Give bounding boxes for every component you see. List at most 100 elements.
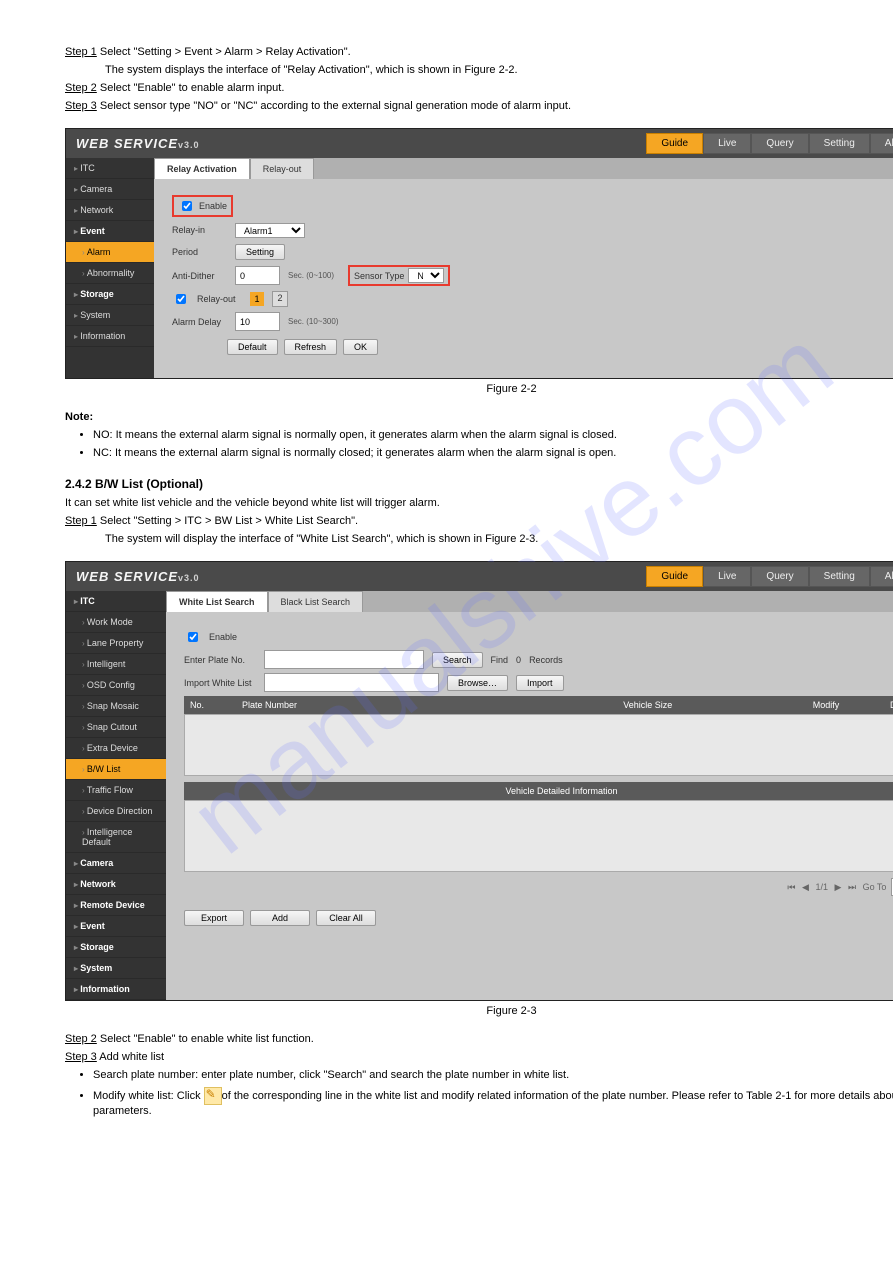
- sidebar-item-storage[interactable]: Storage: [66, 937, 166, 958]
- nav-tab-alarm[interactable]: Alarm: [870, 133, 893, 154]
- enable-checkbox[interactable]: [182, 201, 192, 211]
- sidebar-item-intelligence-default[interactable]: Intelligence Default: [66, 822, 166, 853]
- sidebar-item-extra-device[interactable]: Extra Device: [66, 738, 166, 759]
- period-label: Period: [172, 247, 227, 257]
- enter-plate-label: Enter Plate No.: [184, 655, 256, 665]
- pager: ⏮ ◀ 1/1 ▶ ⏭ Go To ➜: [184, 872, 893, 902]
- bw-step2-line: Step 2 Select "Enable" to enable white l…: [65, 1033, 893, 1045]
- clear-all-button[interactable]: Clear All: [316, 910, 376, 926]
- refresh-button[interactable]: Refresh: [284, 339, 338, 355]
- relay-out-label: Relay-out: [197, 294, 242, 304]
- import-button[interactable]: Import: [516, 675, 564, 691]
- sidebar-item-storage[interactable]: Storage: [66, 284, 154, 305]
- detail-body: [184, 800, 893, 872]
- nav-tab-query[interactable]: Query: [751, 133, 808, 154]
- export-button[interactable]: Export: [184, 910, 244, 926]
- setting-button[interactable]: Setting: [235, 244, 285, 260]
- inner-tab-relay-activation[interactable]: Relay Activation: [154, 158, 250, 179]
- sensor-type-highlight: Sensor Type NC: [348, 265, 450, 286]
- sensor-type-select[interactable]: NC: [408, 268, 444, 283]
- plate-input[interactable]: [264, 650, 424, 669]
- nav-tab-live[interactable]: Live: [703, 133, 751, 154]
- sidebar-item-snap-cutout[interactable]: Snap Cutout: [66, 717, 166, 738]
- nav-tab-guide[interactable]: Guide: [646, 133, 703, 154]
- pager-first-icon[interactable]: ⏮: [787, 882, 795, 892]
- sidebar-item-snap-mosaic[interactable]: Snap Mosaic: [66, 696, 166, 717]
- brand-label-2: WEB SERVICEv3.0: [76, 569, 200, 584]
- nav-tab-live[interactable]: Live: [703, 566, 751, 587]
- app-figure-2: WEB SERVICEv3.0 GuideLiveQuerySettingAla…: [65, 561, 893, 1001]
- inner-tab-white-list[interactable]: White List Search: [166, 591, 268, 612]
- sidebar-item-camera[interactable]: Camera: [66, 853, 166, 874]
- pager-text: 1/1: [815, 882, 828, 892]
- relay-in-select[interactable]: Alarm1: [235, 223, 305, 238]
- sidebar-item-camera[interactable]: Camera: [66, 179, 154, 200]
- goto-label: Go To: [863, 882, 887, 892]
- sidebar-item-abnormality[interactable]: Abnormality: [66, 263, 154, 284]
- nav-tab-guide[interactable]: Guide: [646, 566, 703, 587]
- sidebar-item-network[interactable]: Network: [66, 200, 154, 221]
- sidebar-item-itc[interactable]: ITC: [66, 591, 166, 612]
- brand-label: WEB SERVICEv3.0: [76, 136, 200, 151]
- ok-button[interactable]: OK: [343, 339, 378, 355]
- sidebar-item-intelligent[interactable]: Intelligent: [66, 654, 166, 675]
- alarm-delay-input[interactable]: [235, 312, 280, 331]
- enable-label: Enable: [199, 201, 227, 211]
- records-label: Records: [529, 655, 563, 665]
- nav-tab-setting[interactable]: Setting: [809, 133, 870, 154]
- sidebar-item-b-w-list[interactable]: B/W List: [66, 759, 166, 780]
- note-item-2: NC: It means the external alarm signal i…: [93, 447, 893, 459]
- alarm-delay-hint: Sec. (10~300): [288, 317, 338, 326]
- sensor-type-label: Sensor Type: [354, 271, 404, 281]
- sidebar-item-information[interactable]: Information: [66, 979, 166, 1000]
- figure-1-caption: Figure 2-2: [65, 383, 893, 395]
- sidebar-item-osd-config[interactable]: OSD Config: [66, 675, 166, 696]
- search-button[interactable]: Search: [432, 652, 483, 668]
- import-path-input[interactable]: [264, 673, 439, 692]
- sidebar-item-system[interactable]: System: [66, 305, 154, 326]
- bw-step1-line: Step 1 Select "Setting > ITC > BW List >…: [65, 515, 893, 527]
- note-item-1: NO: It means the external alarm signal i…: [93, 429, 893, 441]
- bw-intro: It can set white list vehicle and the ve…: [65, 497, 893, 509]
- edit-icon: [204, 1087, 222, 1105]
- sidebar-item-event[interactable]: Event: [66, 916, 166, 937]
- nav-tab-setting[interactable]: Setting: [809, 566, 870, 587]
- sidebar-item-lane-property[interactable]: Lane Property: [66, 633, 166, 654]
- sidebar-item-network[interactable]: Network: [66, 874, 166, 895]
- relay-out-2[interactable]: 2: [272, 291, 288, 307]
- add-button[interactable]: Add: [250, 910, 310, 926]
- step2-line: Step 2 Select "Enable" to enable alarm i…: [65, 82, 893, 94]
- sidebar-item-device-direction[interactable]: Device Direction: [66, 801, 166, 822]
- alarm-delay-label: Alarm Delay: [172, 317, 227, 327]
- find-label: Find: [491, 655, 509, 665]
- find-count: 0: [516, 655, 521, 665]
- inner-tab-relay-out[interactable]: Relay-out: [250, 158, 315, 179]
- enable-checkbox-2[interactable]: [188, 632, 198, 642]
- nav-tab-query[interactable]: Query: [751, 566, 808, 587]
- step1-result: The system displays the interface of "Re…: [105, 64, 893, 76]
- bw-li-1: Search plate number: enter plate number,…: [93, 1069, 893, 1081]
- bw-li-2: Modify white list: Click of the correspo…: [93, 1087, 893, 1117]
- inner-tab-black-list[interactable]: Black List Search: [268, 591, 364, 612]
- sidebar-item-remote-device[interactable]: Remote Device: [66, 895, 166, 916]
- pager-prev-icon[interactable]: ◀: [802, 882, 809, 892]
- nav-tab-alarm[interactable]: Alarm: [870, 566, 893, 587]
- enable-highlight: Enable: [172, 195, 233, 217]
- relay-out-1[interactable]: 1: [250, 292, 264, 306]
- anti-dither-input[interactable]: [235, 266, 280, 285]
- detail-header: Vehicle Detailed Information: [184, 782, 893, 800]
- sidebar-item-system[interactable]: System: [66, 958, 166, 979]
- sidebar-item-itc[interactable]: ITC: [66, 158, 154, 179]
- default-button[interactable]: Default: [227, 339, 278, 355]
- pager-next-icon[interactable]: ▶: [835, 882, 842, 892]
- sidebar-item-work-mode[interactable]: Work Mode: [66, 612, 166, 633]
- sidebar-item-event[interactable]: Event: [66, 221, 154, 242]
- figure-2-caption: Figure 2-3: [65, 1005, 893, 1017]
- pager-last-icon[interactable]: ⏭: [848, 882, 856, 892]
- sidebar-item-information[interactable]: Information: [66, 326, 154, 347]
- sidebar-item-alarm[interactable]: Alarm: [66, 242, 154, 263]
- browse-button[interactable]: Browse…: [447, 675, 508, 691]
- anti-dither-label: Anti-Dither: [172, 271, 227, 281]
- relay-out-checkbox[interactable]: [176, 294, 186, 304]
- sidebar-item-traffic-flow[interactable]: Traffic Flow: [66, 780, 166, 801]
